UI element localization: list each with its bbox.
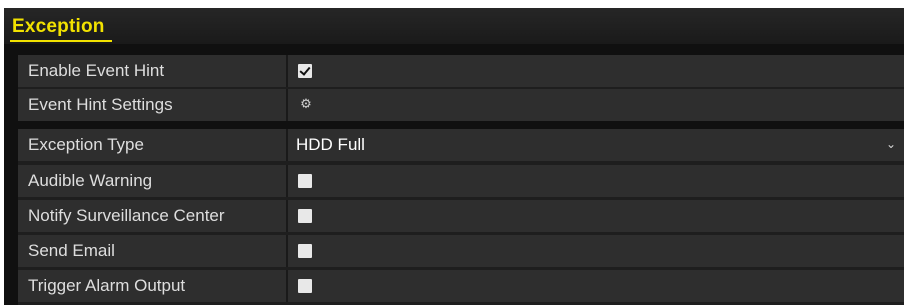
enable-event-hint-row: Enable Event Hint (18, 55, 904, 87)
exception-type-select[interactable]: HDD Full ⌄ (288, 129, 904, 161)
check-icon (299, 64, 311, 76)
trigger-alarm-output-value (288, 270, 904, 302)
send-email-label: Send Email (28, 241, 115, 260)
event-hint-settings-label: Event Hint Settings (28, 95, 173, 114)
notify-surveillance-center-value (288, 200, 904, 232)
exception-settings-group: Exception Type HDD Full ⌄ Audible Warnin… (18, 129, 904, 305)
chevron-down-icon: ⌄ (885, 137, 896, 151)
exception-type-label: Exception Type (28, 135, 144, 154)
send-email-value (288, 235, 904, 267)
title-bar: Exception (4, 8, 904, 44)
notify-surveillance-center-label: Notify Surveillance Center (28, 206, 225, 225)
exception-type-row: Exception Type HDD Full ⌄ (18, 129, 904, 161)
event-hint-settings-row: Event Hint Settings ⚙ (18, 89, 904, 121)
send-email-row: Send Email (18, 235, 904, 267)
enable-event-hint-checkbox[interactable] (298, 64, 312, 78)
screen: Exception Enable Event Hint Event Hint S… (0, 0, 904, 305)
audible-warning-row: Audible Warning (18, 165, 904, 197)
page-title: Exception (12, 16, 105, 37)
event-hint-settings-value: ⚙ (288, 89, 904, 121)
enable-event-hint-value (288, 55, 904, 87)
audible-warning-label: Audible Warning (28, 171, 153, 190)
notify-surveillance-center-checkbox[interactable] (298, 209, 312, 223)
exception-type-value: HDD Full (296, 135, 365, 154)
trigger-alarm-output-label: Trigger Alarm Output (28, 276, 186, 295)
send-email-checkbox[interactable] (298, 244, 312, 258)
trigger-alarm-output-checkbox[interactable] (298, 279, 312, 293)
trigger-alarm-output-row: Trigger Alarm Output (18, 270, 904, 302)
enable-event-hint-label: Enable Event Hint (28, 61, 165, 80)
exception-panel: Exception Enable Event Hint Event Hint S… (4, 8, 904, 305)
title-underline (10, 40, 112, 42)
event-hint-group: Enable Event Hint Event Hint Settings ⚙ (18, 55, 904, 121)
audible-warning-checkbox[interactable] (298, 174, 312, 188)
audible-warning-value (288, 165, 904, 197)
gear-icon[interactable]: ⚙ (298, 97, 314, 113)
notify-surveillance-center-row: Notify Surveillance Center (18, 200, 904, 232)
